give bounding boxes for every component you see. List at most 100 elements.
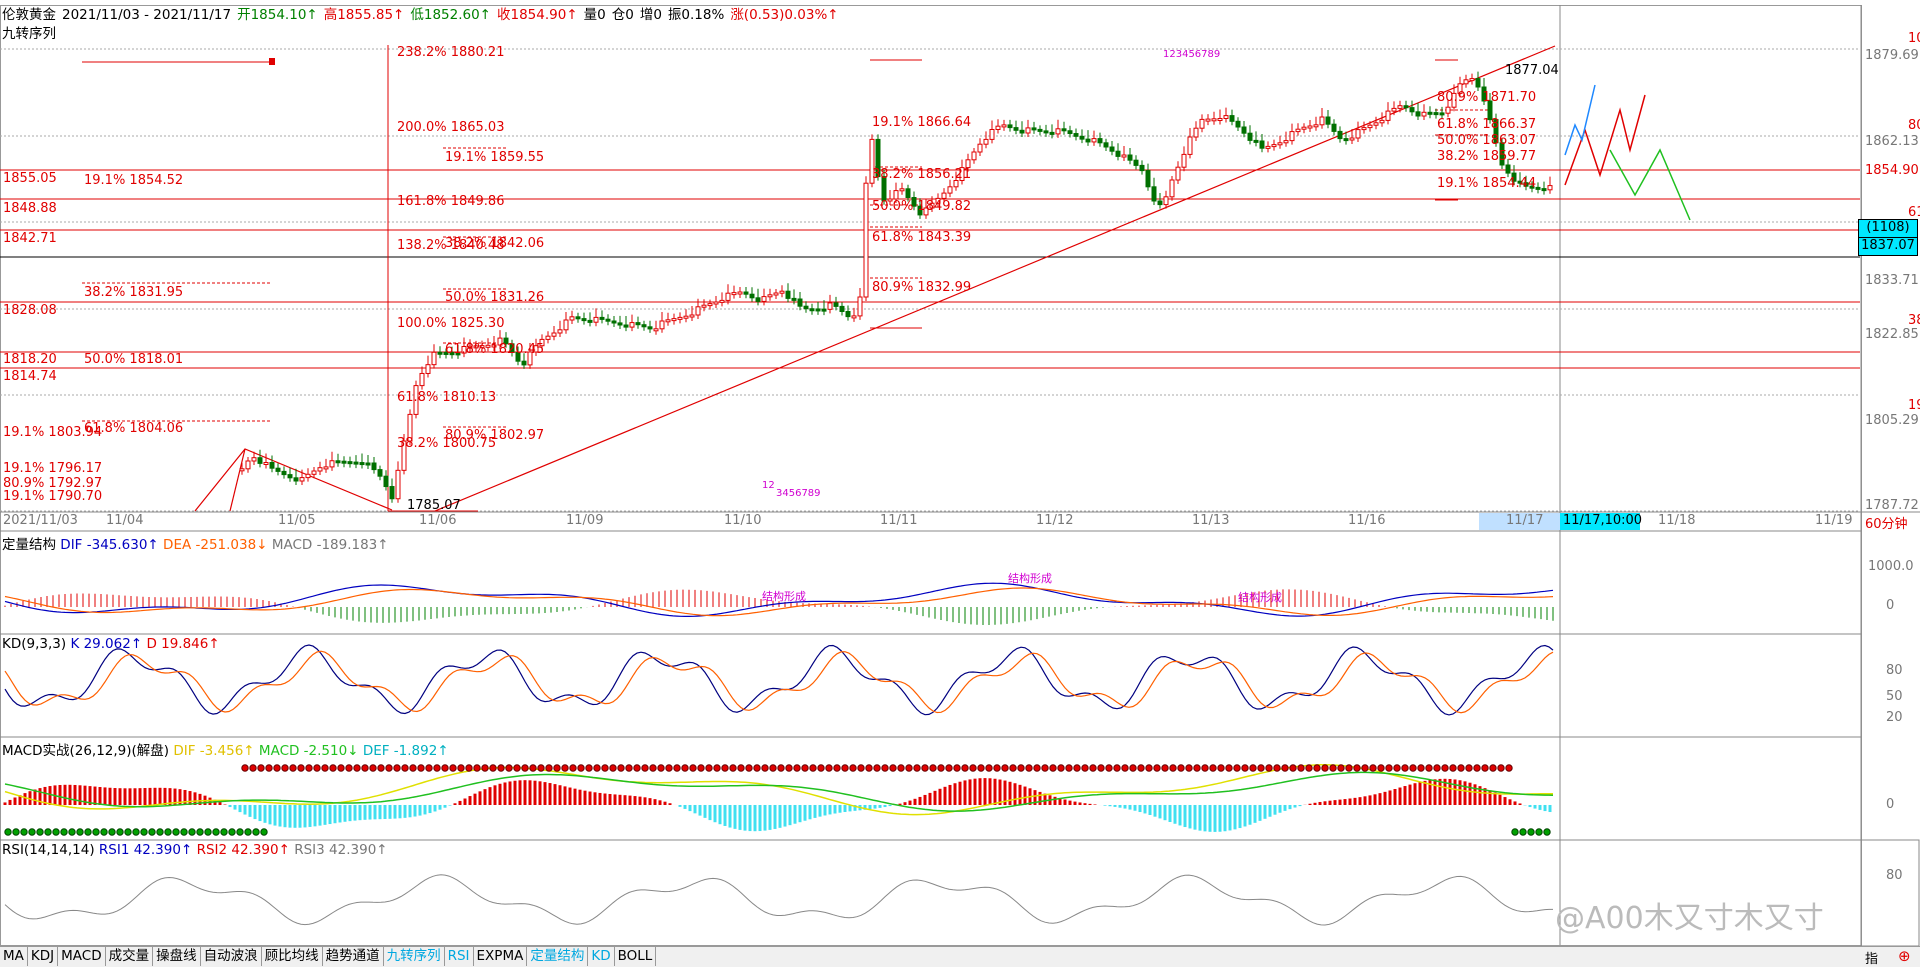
signal-dot [108,828,116,836]
candle-body [761,296,767,302]
signal-dot [777,764,785,772]
signal-dot [609,764,617,772]
candle-body [1463,79,1469,85]
signal-dot [737,764,745,772]
candle-body [575,316,581,320]
signal-dot [1385,764,1393,772]
tab-expma[interactable]: EXPMA [474,947,528,966]
candle-body [1205,118,1211,122]
candle-body [419,372,425,387]
candle-body [1145,170,1151,188]
candle-body [437,351,443,355]
signal-dot [385,764,393,772]
tab-trend-channel[interactable]: 趋势通道 [323,947,384,966]
candle-body [683,315,689,319]
signal-dot [665,764,673,772]
fib-label: 161.8% 1849.86 [397,194,505,209]
tab-operation-line[interactable]: 操盘线 [153,947,201,966]
candle-body [767,294,773,298]
tab-kdj[interactable]: KDJ [28,947,59,966]
signal-dot [1057,764,1065,772]
signal-dot [1425,764,1433,772]
signal-dot [1265,764,1273,772]
signal-dot [585,764,593,772]
candle-body [269,462,275,469]
signal-dot [1273,764,1281,772]
axis-start-date: 2021/11/03 [3,513,78,528]
axis-price-1879: 1879.69 [1865,48,1919,63]
tab-quant-structure[interactable]: 定量结构 [527,947,589,966]
signal-dot [801,764,809,772]
tab-auto-wave[interactable]: 自动波浪 [201,947,262,966]
candle-body [1475,78,1481,88]
k-value: K 29.062↑ [70,636,143,652]
signal-dot [1393,764,1401,772]
signal-dot [889,764,897,772]
candle-body [941,192,947,199]
fib-label: 19.1% 1854.44 [1437,176,1537,191]
candle-body [1445,106,1451,114]
candle-body [1049,131,1055,135]
signal-dot [881,764,889,772]
tab-ma[interactable]: MA [0,947,28,966]
candle-body [1427,111,1433,115]
candle-body [1385,110,1391,121]
signal-dot [825,764,833,772]
candle-body [1115,150,1121,157]
tab-boll[interactable]: BOLL [615,947,657,966]
candle-body [833,302,839,307]
axis-price-1822: 1822.85 [1865,327,1919,342]
candle-body [1097,138,1103,144]
signal-dot [577,764,585,772]
signal-dot [252,828,260,836]
signal-dot [164,828,172,836]
fib-label: 38.2% 1856.21 [872,167,972,182]
tab-volume[interactable]: 成交量 [106,947,154,966]
candle-body [383,475,389,488]
candle-body [1409,107,1415,113]
tick: 1000.0 [1868,559,1914,574]
tab-kd[interactable]: KD [588,947,615,966]
signal-dot [729,764,737,772]
level-1814: 1814.74 [3,369,57,384]
candle-body [707,303,713,307]
candle-body [635,322,641,326]
level-1842: 1842.71 [3,231,57,246]
signal-dot [1361,764,1369,772]
signal-dot [1153,764,1161,772]
time-axis: 2021/11/03 11/04 11/05 11/06 11/09 11/10… [0,513,1920,532]
signal-dot [1465,764,1473,772]
candle-body [1547,185,1553,191]
signal-dot [68,828,76,836]
dea-value: DEA -251.038↓ [163,537,268,553]
fib-label: 19.1% 1866.64 [872,115,972,130]
signal-dot [761,764,769,772]
candle-body [1061,128,1067,132]
indicator-menu-label[interactable]: 指 [1865,948,1878,967]
signal-dot [1185,764,1193,772]
candle-body [1367,124,1373,129]
signal-dot [873,764,881,772]
signal-dot [140,828,148,836]
candle-body [1001,124,1007,128]
signal-dot [649,764,657,772]
candle-body [1325,116,1331,125]
candle-body [551,332,557,337]
signal-dot [553,764,561,772]
candle-body [1139,164,1145,172]
tab-guppy[interactable]: 顾比均线 [262,947,323,966]
chart-canvas[interactable] [0,0,1920,946]
signal-dot [857,764,865,772]
candle-body [1355,129,1361,139]
tab-macd[interactable]: MACD [58,947,106,966]
signal-dot [489,764,497,772]
candle-body [371,462,377,471]
tab-nine-sequence[interactable]: 九转序列 [384,947,445,966]
candle-body [1331,123,1337,132]
zoom-icon[interactable]: ⊕ [1898,947,1911,965]
panel-title: RSI(14,14,14) [2,842,95,858]
candle-body [341,460,347,464]
signal-dot [945,764,953,772]
period-label[interactable]: 60分钟 [1865,513,1908,532]
tab-rsi[interactable]: RSI [445,947,474,966]
